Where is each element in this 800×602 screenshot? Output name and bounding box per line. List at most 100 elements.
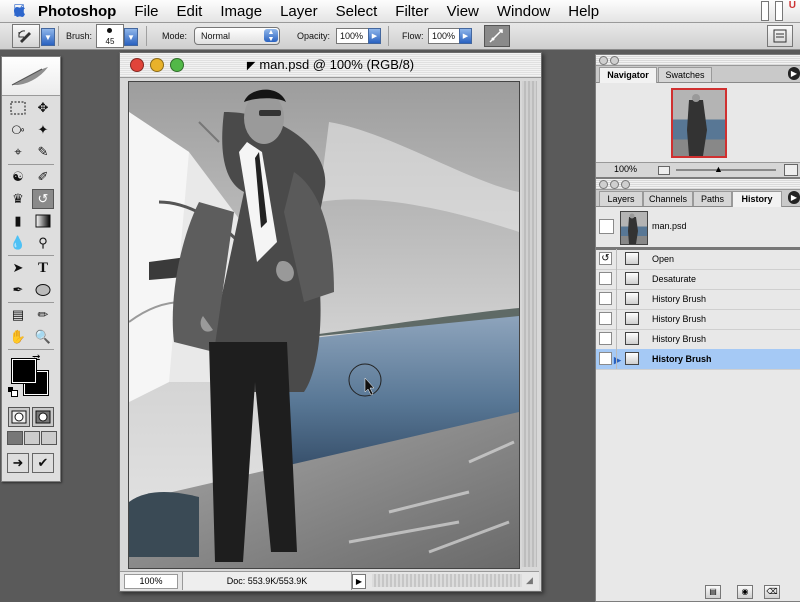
slice-tool-icon[interactable]: ✎ [32, 142, 54, 162]
tab-channels[interactable]: Channels [643, 191, 693, 206]
navigator-zoom-value[interactable]: 100% [614, 164, 637, 174]
navigator-panel-titlebar[interactable] [596, 55, 800, 66]
menu-image[interactable]: Image [220, 3, 262, 20]
panel-menu-icon[interactable]: ▶ [788, 67, 800, 80]
panel-close-icon[interactable] [599, 56, 608, 65]
history-brush-source-checkbox[interactable] [599, 272, 612, 285]
brush-preview[interactable]: 45 [96, 24, 124, 48]
gradient-tool-icon[interactable] [32, 211, 54, 231]
zoom-slider-thumb-icon[interactable]: ▲ [714, 164, 723, 174]
history-brush-source-checkbox[interactable]: ↺ [599, 252, 612, 265]
tab-navigator[interactable]: Navigator [599, 67, 657, 83]
standard-screen-icon[interactable] [7, 431, 23, 445]
full-screen-menu-icon[interactable] [24, 431, 40, 445]
standard-mode-icon[interactable] [8, 407, 30, 427]
panel-collapse-icon[interactable] [610, 56, 619, 65]
resize-grip-icon[interactable]: ◢ [526, 575, 533, 586]
zoom-out-icon[interactable] [658, 166, 670, 175]
tab-swatches[interactable]: Swatches [658, 67, 712, 82]
quick-mask-mode-icon[interactable] [32, 407, 54, 427]
history-brush-source-checkbox[interactable] [599, 292, 612, 305]
opacity-field[interactable]: 100% [336, 28, 369, 44]
history-panel-titlebar[interactable] [596, 179, 800, 190]
status-meter-icon[interactable] [760, 1, 769, 21]
panel-menu-icon[interactable]: ▶ [788, 191, 800, 204]
history-brush-source-checkbox[interactable] [599, 352, 612, 365]
path-selection-tool-icon[interactable]: ➤ [7, 258, 29, 278]
lasso-tool-icon[interactable]: ⧂ [7, 120, 29, 140]
preset-dropdown-icon[interactable]: ▼ [41, 28, 55, 46]
new-document-from-state-icon[interactable]: ▤ [705, 585, 721, 599]
jump-to-imageready-icon[interactable]: ➜ [7, 453, 29, 473]
history-state-row[interactable]: History Brush [596, 329, 800, 350]
clone-stamp-tool-icon[interactable]: ♛ [7, 189, 29, 209]
menu-help[interactable]: Help [568, 3, 599, 20]
type-tool-icon[interactable]: T [32, 258, 54, 278]
document-titlebar[interactable]: ◤ man.psd @ 100% (RGB/8) [120, 53, 541, 78]
history-state-row[interactable]: History Brush [596, 289, 800, 310]
ellipse-tool-icon[interactable] [32, 280, 54, 300]
notes-tool-icon[interactable]: ▤ [7, 305, 29, 325]
mode-select[interactable]: Normal ▲ ▼ [194, 27, 280, 45]
status-meter-icon[interactable] [774, 1, 783, 21]
history-brush-source-checkbox[interactable] [599, 332, 612, 345]
panel-collapse-icon[interactable] [610, 180, 619, 189]
blur-tool-icon[interactable]: 💧 [7, 233, 29, 253]
menu-layer[interactable]: Layer [280, 3, 318, 20]
menu-view[interactable]: View [447, 3, 479, 20]
history-brush-tool-icon[interactable]: ↺ [32, 189, 54, 209]
checkbox-tool-icon[interactable]: ✔ [32, 453, 54, 473]
tab-history[interactable]: History [732, 191, 782, 207]
crop-tool-icon[interactable]: ⌖ [7, 142, 29, 162]
hand-tool-icon[interactable]: ✋ [7, 327, 29, 347]
dodge-tool-icon[interactable]: ⚲ [32, 233, 54, 253]
apple-menu-icon[interactable]:  [0, 1, 38, 21]
move-tool-icon[interactable]: ✥ [32, 98, 54, 118]
zoom-slider[interactable] [676, 169, 776, 171]
snapshot-source-checkbox[interactable] [599, 219, 614, 234]
tab-paths[interactable]: Paths [693, 191, 732, 206]
image-canvas[interactable] [128, 81, 520, 569]
history-brush-source-checkbox[interactable] [599, 312, 612, 325]
history-snapshot-row[interactable]: man.psd [596, 207, 800, 250]
navigator-thumbnail[interactable] [671, 88, 727, 158]
brush-dropdown-icon[interactable]: ▼ [124, 28, 138, 46]
horizontal-scrollbar[interactable] [372, 574, 522, 587]
menu-filter[interactable]: Filter [395, 3, 428, 20]
brush-tool-icon[interactable]: ✐ [32, 167, 54, 187]
flow-field[interactable]: 100% [428, 28, 461, 44]
full-screen-icon[interactable] [41, 431, 57, 445]
healing-brush-tool-icon[interactable]: ☯ [7, 167, 29, 187]
zoom-tool-icon[interactable]: 🔍 [32, 327, 54, 347]
menu-window[interactable]: Window [497, 3, 550, 20]
airbrush-toggle-icon[interactable] [484, 25, 510, 47]
feather-logo-icon[interactable] [2, 57, 60, 96]
history-state-row-selected[interactable]: ▶ History Brush [596, 349, 800, 370]
history-state-row[interactable]: History Brush [596, 309, 800, 330]
foreground-color-swatch[interactable] [11, 358, 37, 384]
app-menu[interactable]: Photoshop [38, 3, 116, 20]
menu-file[interactable]: File [134, 3, 158, 20]
menu-select[interactable]: Select [336, 3, 378, 20]
magic-wand-tool-icon[interactable]: ✦ [32, 120, 54, 140]
trash-icon[interactable]: ⌫ [764, 585, 780, 599]
zoom-field[interactable]: 100% [124, 574, 178, 589]
panel-close-icon[interactable] [599, 180, 608, 189]
menu-edit[interactable]: Edit [177, 3, 203, 20]
vertical-scrollbar[interactable] [522, 81, 537, 567]
status-menu-arrow-icon[interactable]: ▶ [352, 574, 366, 589]
opacity-slider-icon[interactable]: ▶ [368, 28, 381, 44]
default-colors-icon[interactable] [8, 387, 18, 397]
flow-slider-icon[interactable]: ▶ [459, 28, 472, 44]
marquee-tool-icon[interactable] [7, 98, 29, 118]
new-snapshot-icon[interactable]: ◉ [737, 585, 753, 599]
eyedropper-tool-icon[interactable]: ✏ [32, 305, 54, 325]
pen-tool-icon[interactable]: ✒ [7, 280, 29, 300]
panel-zoom-icon[interactable] [621, 180, 630, 189]
history-brush-preset-icon[interactable] [12, 24, 40, 48]
history-state-row[interactable]: ↺ Open [596, 249, 800, 270]
eraser-tool-icon[interactable]: ▮ [7, 211, 29, 231]
history-state-row[interactable]: Desaturate [596, 269, 800, 290]
zoom-in-icon[interactable] [784, 164, 798, 176]
palette-well-icon[interactable] [767, 25, 793, 47]
